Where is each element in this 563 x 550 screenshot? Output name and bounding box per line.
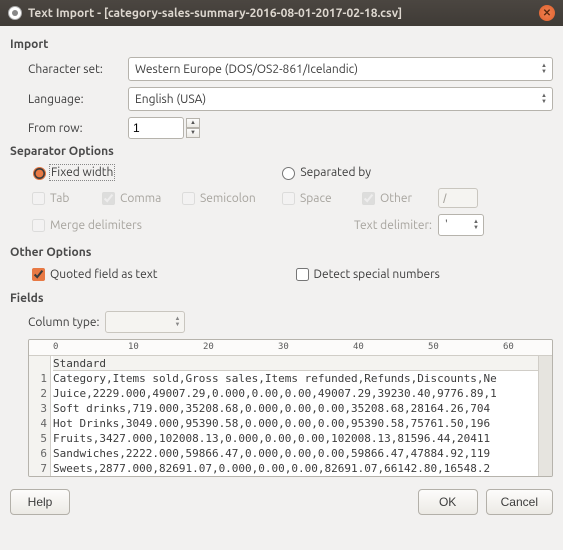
scrollbar-vertical[interactable] [538,356,552,476]
button-bar: Help OK Cancel [10,489,553,515]
table-row: Category,Items sold,Gross sales,Items re… [53,371,538,386]
spin-icon: ▲▼ [172,313,182,331]
comma-check: Comma [98,189,164,208]
text-delim-label: Text delimiter: [278,219,438,232]
fixed-width-radio[interactable]: Fixed width [28,164,113,180]
ruler-tick: 10 [128,342,139,352]
fromrow-up[interactable]: ▲ [186,118,200,128]
merge-check: Merge delimiters [28,216,264,235]
table-row: Sweets,2877.000,82691.07,0.000,0.00,0.00… [53,461,538,476]
other-input [438,188,478,208]
window-title: Text Import - [category-sales-summary-20… [28,7,402,20]
fromrow-down[interactable]: ▼ [186,128,200,138]
import-heading: Import [10,38,553,51]
language-combo[interactable]: English (USA) ▲▼ [128,87,553,111]
coltype-label: Column type: [28,316,99,329]
other-check: Other [358,189,424,208]
preview-grid[interactable]: 0 10 20 30 40 50 60 1234567 Standard Category,… [28,339,553,477]
charset-value: Western Europe (DOS/OS2-861/Icelandic) [135,63,358,76]
text-delim-combo[interactable]: ' ▲▼ [438,214,484,236]
ruler[interactable]: 0 10 20 30 40 50 60 [29,340,552,356]
data-column[interactable]: Standard Category,Items sold,Gross sales… [51,356,538,476]
spin-icon: ▲▼ [538,89,550,109]
language-value: English (USA) [135,93,206,106]
charset-combo[interactable]: Western Europe (DOS/OS2-861/Icelandic) ▲… [128,57,553,81]
fields-heading: Fields [10,292,553,305]
ok-button[interactable]: OK [418,489,478,515]
quoted-check[interactable]: Quoted field as text [28,265,158,284]
other-heading: Other Options [10,246,553,259]
fromrow-label: From row: [28,122,128,135]
separated-by-label: Separated by [300,166,371,179]
ruler-tick: 40 [353,342,364,352]
column-header[interactable]: Standard [53,356,538,371]
cancel-button[interactable]: Cancel [486,489,553,515]
language-label: Language: [28,93,128,106]
app-icon [8,6,22,20]
table-row: Hot Drinks,3049.000,95390.58,0.000,0.00,… [53,416,538,431]
tab-check: Tab [28,189,84,208]
table-row: Fruits,3427.000,102008.13,0.000,0.00,0.0… [53,431,538,446]
table-row: Juice,2229.000,49007.29,0.000,0.00,0.00,… [53,386,538,401]
fixed-width-label: Fixed width [51,166,113,179]
fromrow-stepper[interactable]: ▲ ▼ [128,117,200,139]
ruler-tick: 60 [503,342,514,352]
row-numbers: 1234567 [29,356,51,476]
separator-heading: Separator Options [10,145,553,158]
spin-icon: ▲▼ [471,216,481,234]
dialog-body: Import Character set: Western Europe (DO… [0,26,563,525]
ruler-tick: 30 [278,342,289,352]
separated-by-radio[interactable]: Separated by [277,164,371,180]
close-icon[interactable]: ✕ [539,5,555,21]
table-row: Sandwiches,2222.000,59866.47,0.000,0.00,… [53,446,538,461]
ruler-tick: 20 [203,342,214,352]
fromrow-input[interactable] [128,117,184,139]
ruler-tick: 0 [53,342,58,352]
ruler-tick: 50 [428,342,439,352]
table-row: Soft drinks,719.000,35208.68,0.000,0.00,… [53,401,538,416]
titlebar: Text Import - [category-sales-summary-20… [0,0,563,26]
spin-icon: ▲▼ [538,59,550,79]
semicolon-check: Semicolon [178,189,264,208]
space-check: Space [278,189,344,208]
charset-label: Character set: [28,63,128,76]
help-button[interactable]: Help [10,489,70,515]
detect-check[interactable]: Detect special numbers [292,265,440,284]
coltype-combo: ▲▼ [105,311,185,333]
